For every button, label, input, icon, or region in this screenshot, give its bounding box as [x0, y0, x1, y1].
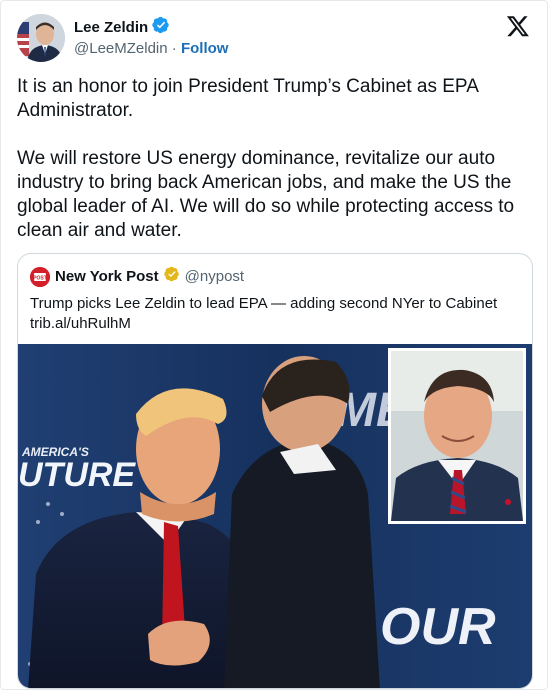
quoted-headline: Trump picks Lee Zeldin to lead EPA — add… [30, 295, 498, 312]
author-handle-row: @LeeMZeldin · Follow [74, 40, 228, 57]
separator-dot: · [171, 40, 177, 57]
banner-left-line2: UTURE [18, 456, 136, 494]
quoted-text: Trump picks Lee Zeldin to lead EPA — add… [30, 294, 525, 334]
banner-right-line2: OUR [380, 598, 496, 656]
nypost-logo-text: POST [33, 275, 47, 281]
verified-badge-icon [152, 16, 170, 39]
quoted-handle[interactable]: @nypost [185, 268, 244, 285]
nypost-avatar[interactable]: POST [30, 266, 50, 287]
quoted-tweet[interactable]: POST New York Post @nypost Trump picks L… [17, 253, 533, 689]
x-logo-icon[interactable] [506, 14, 530, 38]
quoted-name[interactable]: New York Post [55, 268, 159, 285]
author-name-row: Lee Zeldin [74, 16, 170, 39]
quoted-link[interactable]: trib.al/uhRulhM [30, 314, 525, 334]
author-name[interactable]: Lee Zeldin [74, 19, 148, 36]
tweet-card: Lee Zeldin @LeeMZeldin · Follow It is an… [0, 0, 548, 690]
author-handle[interactable]: @LeeMZeldin [74, 40, 168, 57]
quoted-header: POST New York Post @nypost [30, 266, 244, 287]
author-avatar[interactable] [17, 14, 65, 62]
gold-verified-badge-icon [163, 266, 180, 287]
follow-button[interactable]: Follow [181, 40, 229, 57]
tweet-text: It is an honor to join President Trump’s… [17, 76, 515, 241]
quoted-photo[interactable]: AMERICA'S UTURE ME OUR [18, 344, 532, 688]
